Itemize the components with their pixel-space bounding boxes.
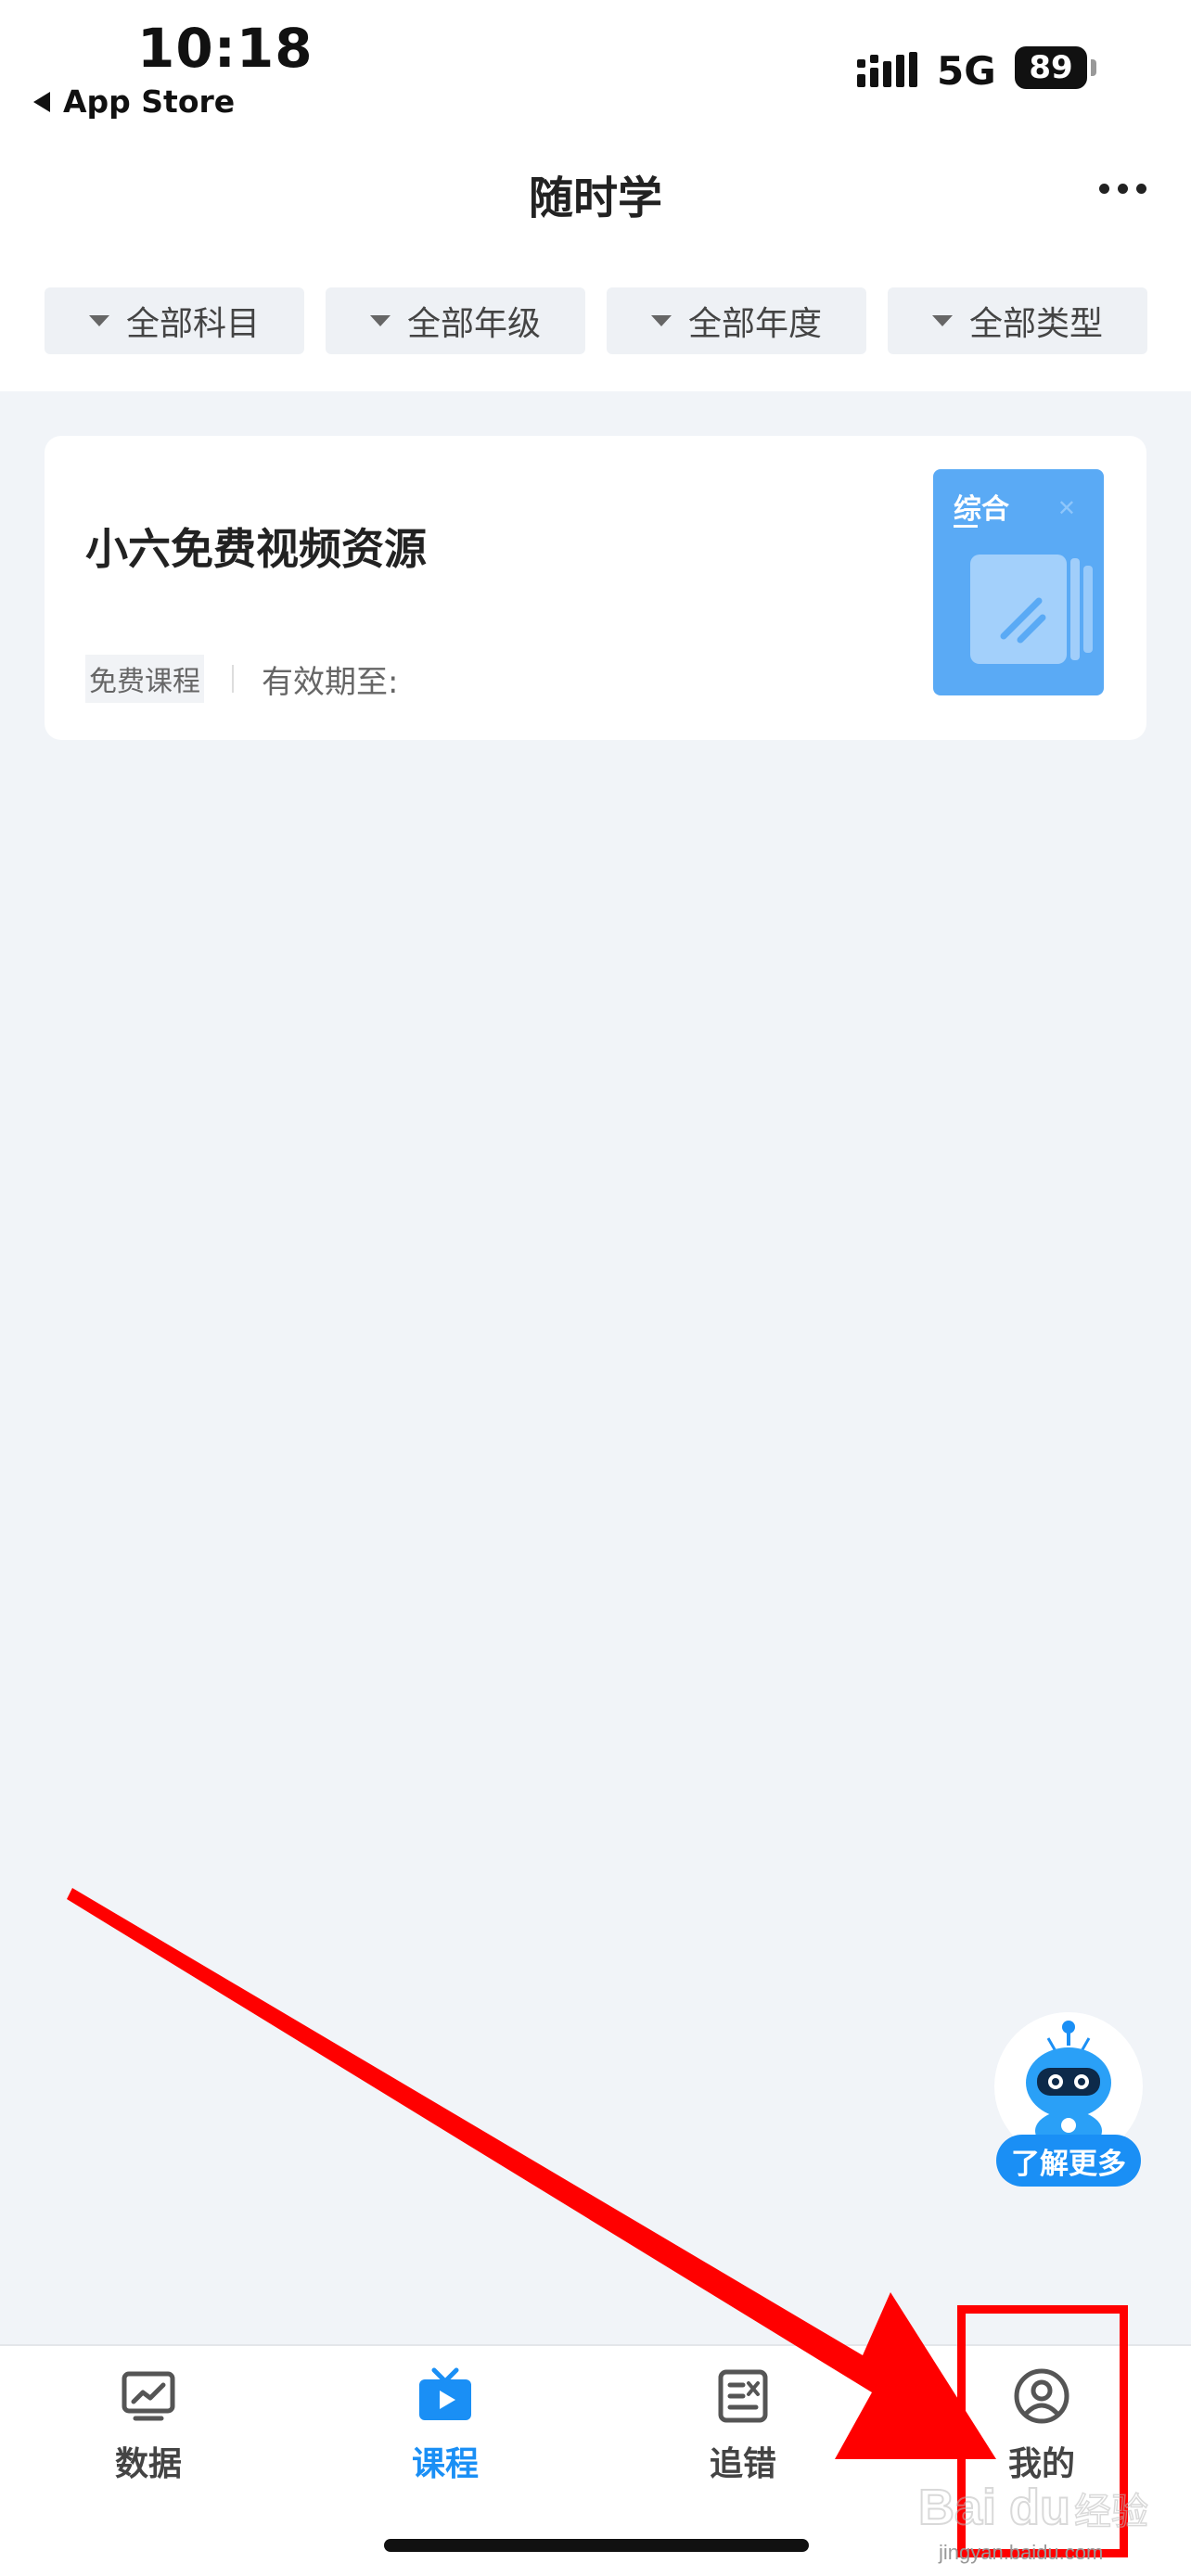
course-meta: 免费课程 有效期至: <box>85 655 398 703</box>
filter-label: 全部类型 <box>968 305 1103 343</box>
filter-type[interactable]: 全部类型 <box>888 287 1147 354</box>
tab-label: 课程 <box>411 2445 479 2483</box>
course-card[interactable]: 小六免费视频资源 免费课程 有效期至: 综合 ✕ <box>45 436 1146 740</box>
caret-down-icon <box>88 315 109 326</box>
meta-divider <box>232 665 234 693</box>
filter-label: 全部科目 <box>125 305 260 343</box>
caret-down-icon <box>931 315 953 326</box>
filter-subject[interactable]: 全部科目 <box>45 287 304 354</box>
more-dot <box>1099 184 1109 194</box>
more-dot <box>1136 184 1146 194</box>
course-title: 小六免费视频资源 <box>85 524 427 574</box>
nav-bar: 随时学 <box>0 139 1191 250</box>
filter-grade[interactable]: 全部年级 <box>326 287 585 354</box>
caret-down-icon <box>650 315 672 326</box>
caret-down-icon <box>369 315 391 326</box>
status-time: 10:18 <box>137 17 314 80</box>
course-thumbnail: 综合 ✕ <box>933 469 1104 695</box>
svg-text:du: du <box>1009 2480 1070 2535</box>
status-bar: 10:18 App Store 5G 89 <box>0 0 1191 139</box>
battery-icon: 89 <box>1015 46 1087 89</box>
tab-label: 追错 <box>709 2445 776 2483</box>
filter-year[interactable]: 全部年度 <box>607 287 866 354</box>
thumb-underline <box>954 525 978 528</box>
page-title: 随时学 <box>528 172 662 224</box>
thumb-subject-label: 综合 <box>954 493 1009 526</box>
svg-text:经验: 经验 <box>1074 2491 1148 2533</box>
watermark-url: jingyan.baidu.com <box>939 2541 1104 2564</box>
signal-icon <box>857 52 917 87</box>
tv-play-icon <box>419 2367 471 2420</box>
battery-tip <box>1091 59 1096 76</box>
home-indicator <box>384 2539 809 2552</box>
svg-text:Bai: Bai <box>918 2480 996 2535</box>
back-to-app-store-link[interactable]: App Store <box>33 83 235 120</box>
tab-error-review[interactable]: 追错 <box>669 2366 817 2485</box>
thumb-decoration: ✕ <box>1057 495 1076 521</box>
filter-label: 全部年度 <box>687 305 822 343</box>
tab-data[interactable]: 数据 <box>74 2366 223 2485</box>
back-app-label: App Store <box>63 83 236 120</box>
assistant-button[interactable]: 了解更多 <box>994 2012 1143 2188</box>
tab-courses[interactable]: 课程 <box>371 2366 519 2485</box>
error-book-icon <box>718 2369 768 2423</box>
chart-icon <box>122 2371 175 2421</box>
video-stack-icon <box>970 555 1093 664</box>
tab-label: 数据 <box>114 2445 182 2483</box>
course-tag: 免费课程 <box>85 655 204 703</box>
more-icon[interactable] <box>1099 184 1146 194</box>
filter-label: 全部年级 <box>406 305 541 343</box>
battery-level: 89 <box>1029 49 1073 86</box>
network-type: 5G <box>937 48 996 94</box>
back-arrow-icon <box>33 91 50 112</box>
filter-bar: 全部科目 全部年级 全部年度 全部类型 <box>0 250 1191 391</box>
more-dot <box>1118 184 1128 194</box>
course-validity: 有效期至: <box>262 663 399 701</box>
assistant-label: 了解更多 <box>996 2135 1141 2187</box>
